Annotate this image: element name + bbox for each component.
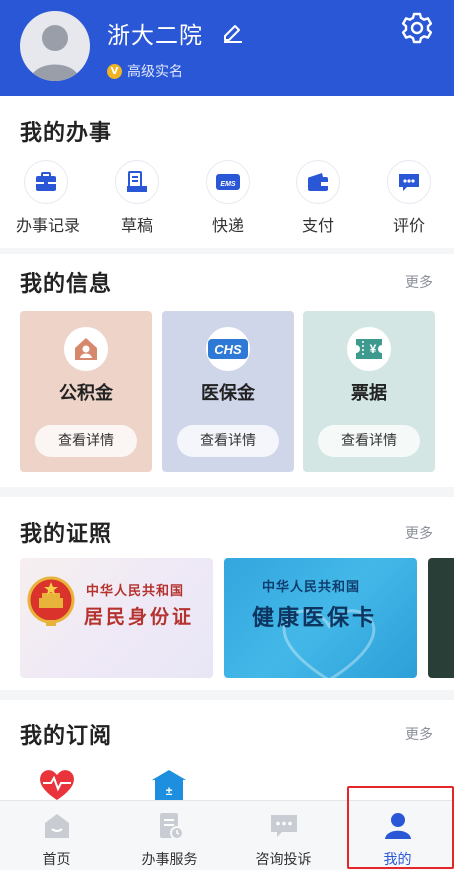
verification-badge: V 高级实名 — [107, 61, 183, 81]
task-label: 草稿 — [120, 216, 153, 235]
my-subscriptions-section: 我的订阅 更多 ± — [0, 700, 454, 800]
house-icon — [75, 338, 97, 360]
home-icon — [44, 814, 69, 838]
info-card-receipts[interactable]: ¥ 票据 查看详情 — [303, 311, 435, 472]
more-link[interactable]: 更多 — [405, 272, 433, 292]
wallet-icon — [308, 173, 328, 191]
section-title: 我的信息 — [20, 272, 113, 297]
health-card-name: 健康医保卡 — [252, 605, 378, 631]
task-records[interactable]: 办事记录 — [16, 160, 81, 236]
info-card-label: 票据 — [351, 383, 387, 404]
health-card-header: 中华人民共和国 — [262, 580, 361, 595]
national-emblem-icon — [27, 576, 75, 626]
nav-consult[interactable]: 咨询投诉 — [227, 801, 340, 870]
nav-home[interactable]: 首页 — [0, 801, 113, 870]
info-card-housing-fund[interactable]: 公积金 查看详情 — [20, 311, 152, 472]
task-label: 快递 — [211, 216, 244, 235]
profile-page: 浙大二院 V 高级实名 我的办事 办事记录 草稿 EMS 快递 支付 评价 我的… — [0, 0, 454, 870]
task-label: 评价 — [392, 216, 425, 235]
my-certificates-section: 我的证照 更多 中华人民共和国 居民身份证 中华人民共和国 健康医保卡 — [0, 497, 454, 690]
avatar[interactable] — [20, 11, 90, 81]
my-tasks-section: 我的办事 办事记录 草稿 EMS 快递 支付 评价 — [0, 96, 454, 248]
gear-icon[interactable] — [399, 10, 435, 46]
id-card-name: 居民身份证 — [84, 606, 195, 628]
svg-text:EMS: EMS — [220, 181, 236, 188]
comment-icon — [399, 174, 419, 191]
draft-icon — [127, 171, 147, 192]
profile-header: 浙大二院 V 高级实名 — [0, 0, 454, 96]
view-details-button[interactable]: 查看详情 — [318, 425, 420, 457]
more-link[interactable]: 更多 — [405, 724, 433, 744]
task-label: 办事记录 — [16, 216, 81, 235]
nav-label: 咨询投诉 — [255, 852, 312, 868]
id-card-header: 中华人民共和国 — [86, 584, 185, 599]
task-express[interactable]: EMS 快递 — [198, 160, 258, 236]
username: 浙大二院 — [107, 23, 203, 49]
info-card-medical-fund[interactable]: CHS 医保金 查看详情 — [162, 311, 294, 472]
health-card-certificate[interactable]: 中华人民共和国 健康医保卡 — [224, 558, 417, 678]
verification-label: 高级实名 — [127, 64, 183, 80]
ems-icon: EMS — [216, 174, 240, 190]
section-title: 我的办事 — [20, 121, 113, 146]
nav-label: 首页 — [42, 852, 71, 868]
svg-text:¥: ¥ — [370, 342, 377, 356]
chs-icon: CHS — [208, 339, 248, 359]
section-title: 我的订阅 — [20, 724, 113, 749]
nav-label: 办事服务 — [141, 852, 198, 868]
nav-services[interactable]: 办事服务 — [113, 801, 226, 870]
verified-icon: V — [107, 63, 122, 79]
edit-icon[interactable] — [221, 20, 245, 44]
bottom-navigation: 首页 办事服务 咨询投诉 我的 — [0, 800, 454, 870]
user-icon — [384, 813, 411, 839]
my-info-section: 我的信息 更多 公积金 查看详情 CHS 医保金 查看详情 ¥ 票据 查看详情 — [0, 254, 454, 487]
task-label: 支付 — [301, 216, 334, 235]
svg-text:±: ± — [166, 784, 173, 798]
view-details-button[interactable]: 查看详情 — [35, 425, 137, 457]
calculator-icon[interactable]: ± — [152, 770, 186, 800]
more-link[interactable]: 更多 — [405, 523, 433, 543]
third-certificate[interactable] — [428, 558, 454, 678]
ticket-icon: ¥ — [356, 339, 382, 359]
nav-label: 我的 — [383, 852, 412, 868]
chat-icon — [270, 815, 297, 837]
task-evaluate[interactable]: 评价 — [379, 160, 439, 236]
info-card-label: 医保金 — [201, 383, 255, 404]
info-card-label: 公积金 — [59, 383, 113, 404]
task-drafts[interactable]: 草稿 — [107, 160, 167, 236]
id-card-certificate[interactable]: 中华人民共和国 居民身份证 — [20, 558, 213, 678]
view-details-button[interactable]: 查看详情 — [177, 425, 279, 457]
svg-text:CHS: CHS — [214, 342, 242, 357]
task-payment[interactable]: 支付 — [288, 160, 348, 236]
heart-pulse-icon[interactable] — [38, 768, 76, 800]
nav-mine[interactable]: 我的 — [341, 801, 454, 870]
service-doc-icon — [159, 813, 184, 840]
section-title: 我的证照 — [20, 522, 113, 547]
briefcase-icon — [36, 172, 56, 191]
